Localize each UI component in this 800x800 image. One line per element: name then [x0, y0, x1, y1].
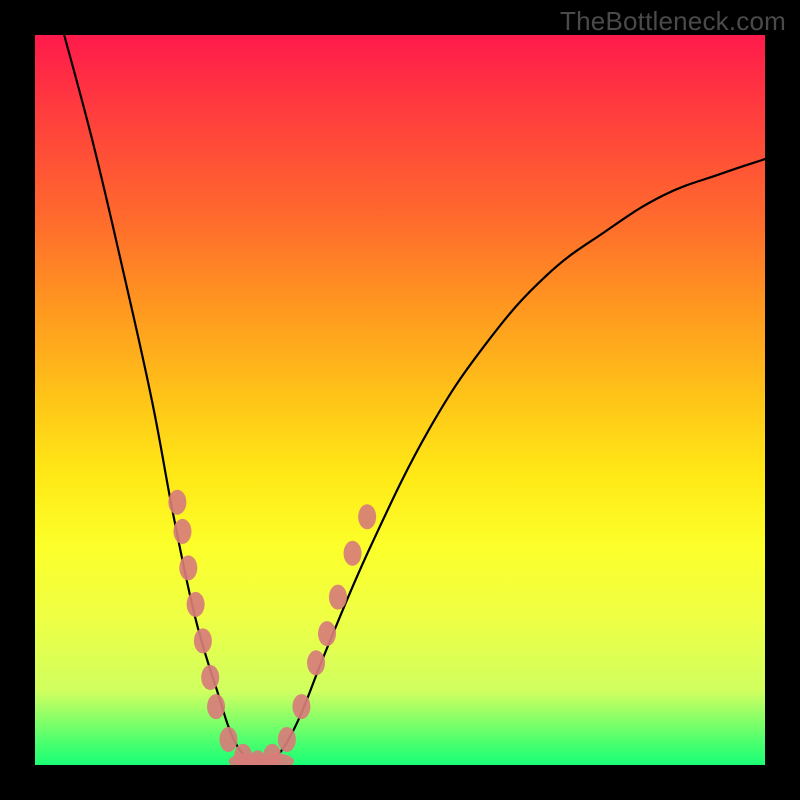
marker-group	[168, 490, 376, 765]
chart-frame: TheBottleneck.com	[0, 0, 800, 800]
curve-marker	[278, 727, 296, 752]
curve-marker	[187, 592, 205, 617]
curve-marker	[207, 694, 225, 719]
curve-marker	[194, 628, 212, 653]
curve-marker	[201, 665, 219, 690]
bottleneck-curve	[64, 35, 765, 765]
watermark-text: TheBottleneck.com	[560, 6, 786, 37]
curve-marker	[344, 541, 362, 566]
curve-marker	[173, 519, 191, 544]
curve-marker	[219, 727, 237, 752]
curve-marker	[292, 694, 310, 719]
curve-marker	[318, 621, 336, 646]
curve-marker	[179, 555, 197, 580]
curve-marker	[168, 490, 186, 515]
curve-marker	[329, 585, 347, 610]
curve-marker	[358, 504, 376, 529]
curve-marker	[307, 650, 325, 675]
plot-overlay	[35, 35, 765, 765]
